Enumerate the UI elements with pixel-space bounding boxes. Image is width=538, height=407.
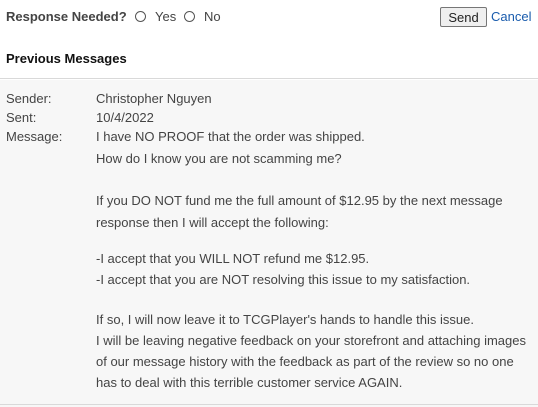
cancel-link[interactable]: Cancel <box>491 9 531 24</box>
message-line: -I accept that you are NOT resolving thi… <box>96 272 471 287</box>
previous-messages-title: Previous Messages <box>6 51 127 66</box>
previous-messages-header: Previous Messages <box>0 36 538 79</box>
message-line: I will be leaving negative feedback on y… <box>96 333 526 348</box>
yes-radio[interactable] <box>135 11 146 22</box>
message-line: I have NO PROOF that the order was shipp… <box>96 129 365 144</box>
no-radio-label[interactable]: No <box>204 9 221 24</box>
message-line: of our message history with the feedback… <box>96 354 514 369</box>
yes-radio-label[interactable]: Yes <box>155 9 176 24</box>
message-line: If so, I will now leave it to TCGPlayer'… <box>96 312 474 327</box>
sent-date: 10/4/2022 <box>96 110 154 125</box>
message-label: Message: <box>6 129 63 144</box>
sender-label: Sender: <box>6 91 52 106</box>
sender-name: Christopher Nguyen <box>96 91 212 106</box>
message-panel: Sender: Christopher Nguyen Sent: 10/4/20… <box>0 80 538 407</box>
send-button[interactable]: Send <box>440 7 487 27</box>
message-line: How do I know you are not scamming me? <box>96 151 342 166</box>
no-radio[interactable] <box>184 11 195 22</box>
message-line: -I accept that you WILL NOT refund me $1… <box>96 251 370 266</box>
message-line: response then I will accept the followin… <box>96 215 329 230</box>
message-line: has to deal with this terrible customer … <box>96 375 403 390</box>
response-toolbar: Response Needed? Yes No Send Cancel <box>0 0 538 36</box>
response-needed-label: Response Needed? <box>6 9 127 24</box>
sent-label: Sent: <box>6 110 37 125</box>
bottom-divider <box>0 404 538 405</box>
message-line: If you DO NOT fund me the full amount of… <box>96 193 503 208</box>
